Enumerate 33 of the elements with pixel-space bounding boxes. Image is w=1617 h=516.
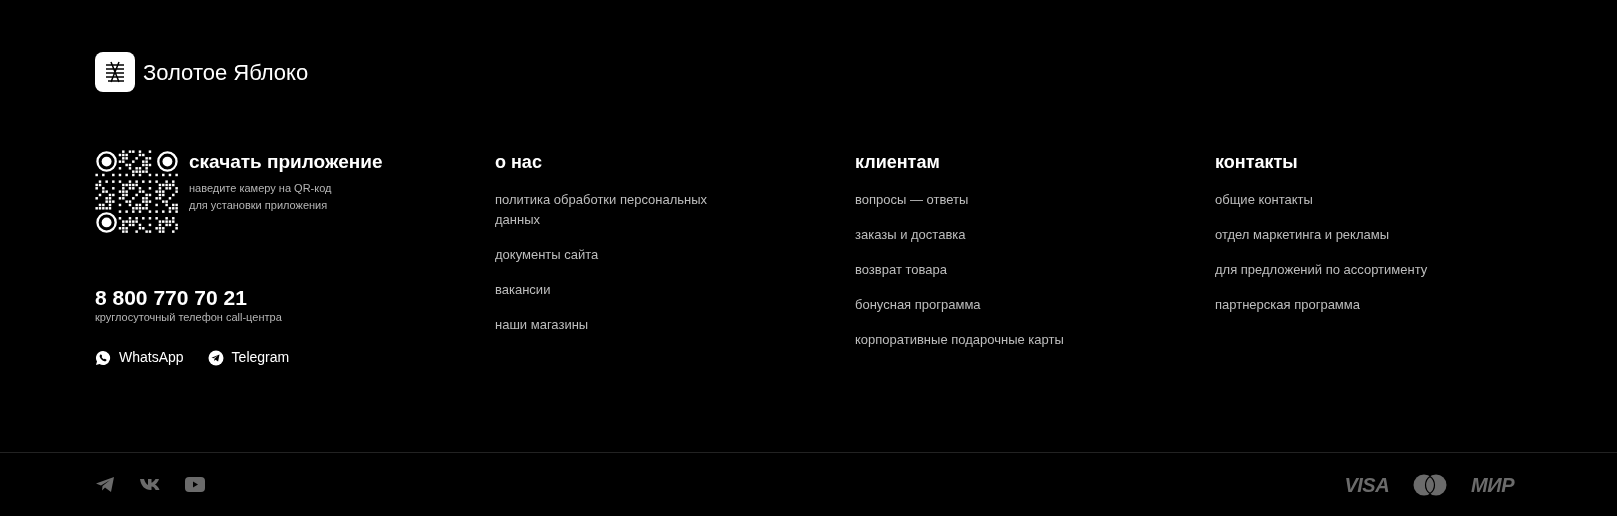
footer-link[interactable]: заказы и доставка — [855, 225, 1105, 245]
messenger-link[interactable]: Telegram — [207, 347, 290, 368]
phone-number[interactable]: 8 800 770 70 21 — [95, 286, 495, 310]
footer-link[interactable]: возврат товара — [855, 260, 1105, 280]
footer-link[interactable]: для предложений по ассортименту — [1215, 260, 1465, 280]
logo-icon — [95, 52, 135, 92]
column-heading: контакты — [1215, 151, 1299, 174]
footer-link[interactable]: политика обработки персональных данных — [495, 190, 745, 230]
footer-link[interactable]: бонусная программа — [855, 295, 1105, 315]
mir-logo: МИР — [1471, 472, 1514, 498]
paper-plane-icon[interactable] — [95, 476, 115, 493]
footer-link[interactable]: отдел маркетинга и рекламы — [1215, 225, 1465, 245]
mastercard-logo — [1413, 473, 1448, 496]
phone-caption: круглосуточный телефон call-центра — [95, 310, 283, 325]
column-heading: о нас — [495, 151, 543, 174]
footer-link[interactable]: документы сайта — [495, 245, 745, 265]
footer-link[interactable]: корпоративные подарочные карты — [855, 330, 1105, 350]
app-title: скачать приложение — [189, 150, 383, 174]
paper-plane-icon — [207, 349, 224, 366]
app-hint: наведите камеру на QR-код — [189, 181, 333, 196]
footer-link[interactable]: общие контакты — [1215, 190, 1465, 210]
footer-link[interactable]: партнерская программа — [1215, 295, 1465, 315]
messenger-link[interactable]: WhatsApp — [95, 347, 184, 368]
footer-link[interactable]: вакансии — [495, 280, 745, 300]
brand-name: Золотое Яблоко — [143, 58, 309, 87]
footer-link[interactable]: вопросы — ответы — [855, 190, 1105, 210]
column-heading: клиентам — [855, 151, 941, 174]
footer-link[interactable]: наши магазины — [495, 315, 745, 335]
app-hint: для установки приложения — [189, 198, 329, 213]
play-icon[interactable] — [185, 477, 205, 492]
visa-logo: VISA — [1344, 472, 1390, 498]
vk-icon[interactable] — [139, 478, 161, 491]
phone-bubble-icon — [95, 349, 111, 366]
